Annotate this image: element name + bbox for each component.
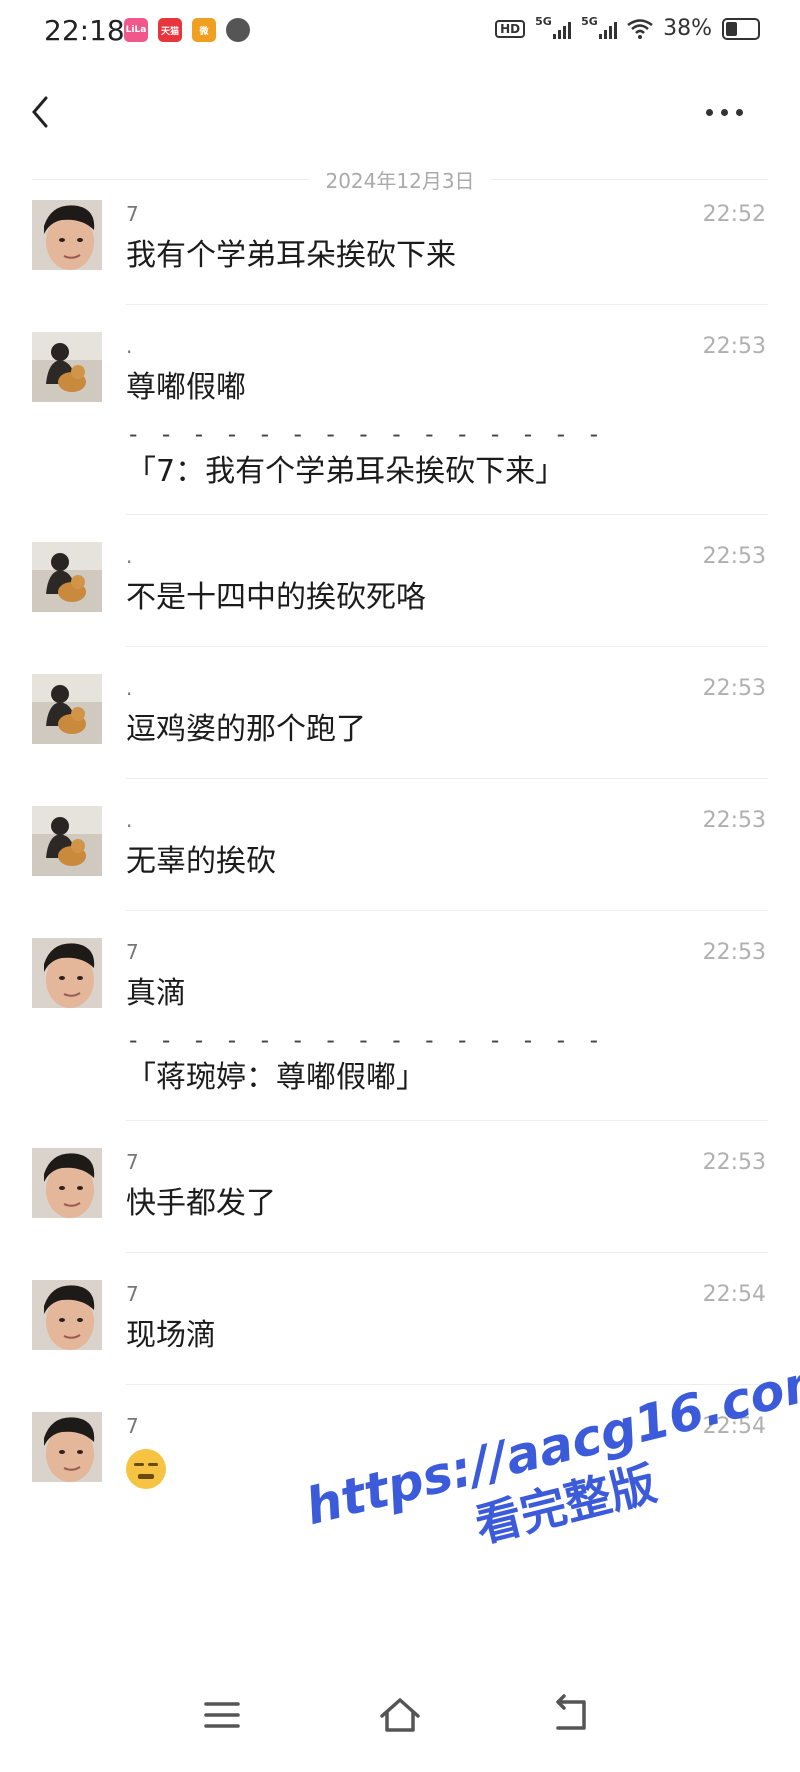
sender-name: 7 — [126, 1150, 139, 1174]
chat-top-bar — [0, 70, 800, 150]
avatar[interactable] — [32, 1412, 102, 1482]
weibo-icon: 微 — [192, 18, 216, 42]
message-text: 真滴 — [126, 976, 186, 1011]
avatar[interactable] — [32, 1148, 102, 1218]
battery-percent: 38% — [663, 16, 712, 41]
message-item[interactable]: . 22:53 不是十四中的挨砍死咯 — [0, 542, 800, 674]
message-time: 22:53 — [702, 334, 766, 359]
avatar[interactable] — [32, 200, 102, 270]
avatar[interactable] — [32, 542, 102, 612]
home-button[interactable] — [370, 1690, 430, 1740]
message-list: 7 22:52 我有个学弟耳朵挨砍下来. 22:53 尊嘟假嘟 - - - - - - -… — [0, 200, 800, 1544]
message-time: 22:53 — [702, 676, 766, 701]
more-dots-icon — [706, 108, 713, 116]
message-text — [126, 1446, 166, 1490]
home-icon — [380, 1698, 420, 1732]
message-time: 22:53 — [702, 940, 766, 965]
message-item[interactable]: . 22:53 无辜的挨砍 — [0, 806, 800, 938]
sender-name: . — [126, 676, 133, 700]
tmall-icon: 天猫 — [158, 18, 182, 42]
message-time: 22:53 — [702, 544, 766, 569]
date-divider: 2024年12月3日 — [32, 164, 769, 194]
unamused-face-emoji — [126, 1448, 166, 1489]
system-icons: HD 5G 5G 38% — [495, 15, 760, 41]
sender-name: . — [126, 334, 133, 358]
message-text: 我有个学弟耳朵挨砍下来 — [126, 238, 456, 273]
message-text: 逗鸡婆的那个跑了 — [126, 712, 366, 747]
message-divider — [126, 1252, 768, 1253]
wifi-icon — [627, 18, 653, 39]
quote-separator: - - - - - - - - - - - - - - - — [126, 1026, 604, 1054]
message-divider — [126, 1120, 768, 1121]
signal-5g-icon-1: 5G — [535, 15, 572, 39]
battery-icon — [722, 17, 760, 40]
quoted-message[interactable]: 「蒋琬婷：尊嘟假嘟」 — [126, 1056, 426, 1100]
message-time: 22:53 — [702, 1150, 766, 1175]
message-divider — [126, 646, 768, 647]
message-item[interactable]: 7 22:52 我有个学弟耳朵挨砍下来 — [0, 200, 800, 332]
signal-5g-icon-2: 5G — [581, 15, 618, 39]
sender-name: . — [126, 808, 133, 832]
menu-button[interactable] — [192, 1690, 252, 1740]
message-time: 22:54 — [702, 1282, 766, 1307]
sender-name: . — [126, 544, 133, 568]
sender-name: 7 — [126, 1282, 139, 1306]
quoted-message[interactable]: 「7：我有个学弟耳朵挨砍下来」 — [126, 450, 565, 494]
quote-separator: - - - - - - - - - - - - - - - — [126, 420, 604, 448]
sender-name: 7 — [126, 202, 139, 226]
date-label: 2024年12月3日 — [325, 168, 475, 193]
message-time: 22:53 — [702, 808, 766, 833]
message-divider — [126, 910, 768, 911]
message-item[interactable]: 7 22:53 真滴 - - - - - - - - - - - - - - - 「蒋琬… — [0, 938, 800, 1148]
back-nav-button[interactable] — [540, 1690, 600, 1740]
message-text: 快手都发了 — [126, 1186, 276, 1221]
sender-name: 7 — [126, 940, 139, 964]
message-item[interactable]: 7 22:53 快手都发了 — [0, 1148, 800, 1280]
avatar[interactable] — [32, 674, 102, 744]
hd-badge: HD — [495, 19, 526, 38]
status-bar: 22:18 LiLa 天猫 微 HD 5G 5G 38% — [0, 0, 800, 64]
message-text: 尊嘟假嘟 — [126, 370, 246, 405]
notification-icons: LiLa 天猫 微 — [124, 18, 250, 42]
avatar[interactable] — [32, 938, 102, 1008]
message-text: 现场滴 — [126, 1318, 216, 1353]
sender-name: 7 — [126, 1414, 139, 1438]
message-divider — [126, 1384, 768, 1385]
back-button[interactable] — [22, 92, 62, 132]
message-item[interactable]: . 22:53 尊嘟假嘟 - - - - - - - - - - - - - - - 「… — [0, 332, 800, 542]
message-text: 不是十四中的挨砍死咯 — [126, 580, 426, 615]
menu-lines-icon — [204, 1702, 240, 1728]
avatar[interactable] — [32, 1280, 102, 1350]
chevron-left-icon — [32, 96, 48, 128]
app-icon-pink: LiLa — [124, 18, 148, 42]
message-text: 无辜的挨砍 — [126, 844, 276, 879]
message-bubble-icon — [226, 18, 250, 42]
avatar[interactable] — [32, 806, 102, 876]
message-divider — [126, 514, 768, 515]
message-divider — [126, 778, 768, 779]
avatar[interactable] — [32, 332, 102, 402]
system-nav-bar — [0, 1670, 800, 1772]
message-time: 22:52 — [702, 202, 766, 227]
more-options-button[interactable] — [706, 100, 756, 124]
status-time: 22:18 — [44, 14, 125, 47]
message-item[interactable]: . 22:53 逗鸡婆的那个跑了 — [0, 674, 800, 806]
message-divider — [126, 304, 768, 305]
back-arrow-icon — [556, 1694, 586, 1730]
